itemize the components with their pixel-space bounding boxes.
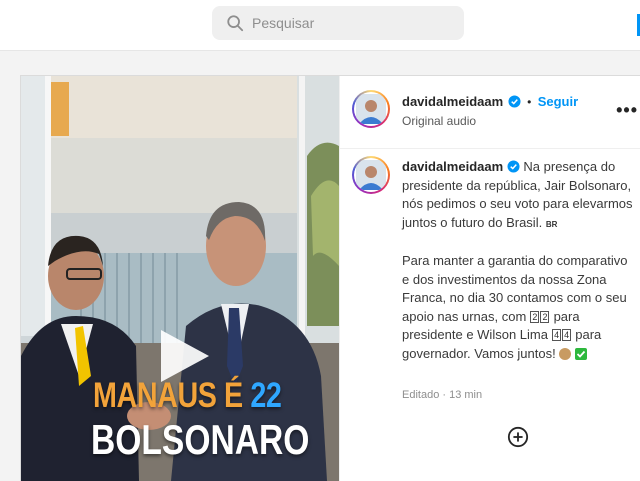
post-header: davidalmeidaam • Seguir Original audio •… [340, 76, 640, 149]
overlay-headline-number: 22 [250, 376, 282, 415]
add-comment-icon[interactable] [507, 426, 529, 448]
check-mark-emoji-icon [574, 347, 587, 360]
follow-button[interactable]: Seguir [538, 94, 578, 109]
verified-badge-icon [507, 160, 520, 173]
search-icon [227, 15, 244, 32]
caption-username[interactable]: davidalmeidaam [402, 159, 503, 174]
caption-avatar[interactable] [352, 156, 390, 194]
overlay-subline: BOLSONARO [91, 416, 310, 463]
edited-timestamp: Editado · 13 min [402, 389, 483, 401]
keycap-4-icon: 4 [552, 329, 562, 341]
keycap-2-icon: 2 [540, 310, 550, 323]
caption-text-2a: Para manter a garantia do comparativo e … [402, 253, 628, 324]
verified-badge-icon [508, 95, 521, 108]
keycap-2-icon: 2 [530, 310, 540, 323]
more-options-icon[interactable]: ••• [616, 100, 638, 121]
search-input[interactable] [252, 6, 452, 40]
fist-emoji-icon [559, 347, 572, 360]
post-card: MANAUS É 22 BOLSONARO davidalmeidaam • S… [20, 75, 640, 481]
keycap-4-icon: 4 [562, 329, 572, 341]
play-icon[interactable] [155, 326, 213, 386]
post-video[interactable]: MANAUS É 22 BOLSONARO [21, 76, 339, 481]
top-bar [0, 0, 640, 51]
author-username[interactable]: davidalmeidaam [402, 94, 503, 109]
author-avatar[interactable] [352, 90, 390, 128]
caption-paragraph-1: davidalmeidaam Na presença do presidente… [402, 158, 638, 234]
search-box[interactable] [212, 6, 464, 40]
separator-dot: • [527, 95, 532, 109]
audio-label[interactable]: Original audio [402, 114, 476, 128]
brazil-flag-emoji: BR [545, 219, 558, 229]
post-caption: davidalmeidaam Na presença do presidente… [402, 158, 638, 381]
post-sidebar: davidalmeidaam • Seguir Original audio •… [339, 76, 640, 481]
caption-paragraph-2: Para manter a garantia do comparativo e … [402, 252, 638, 363]
